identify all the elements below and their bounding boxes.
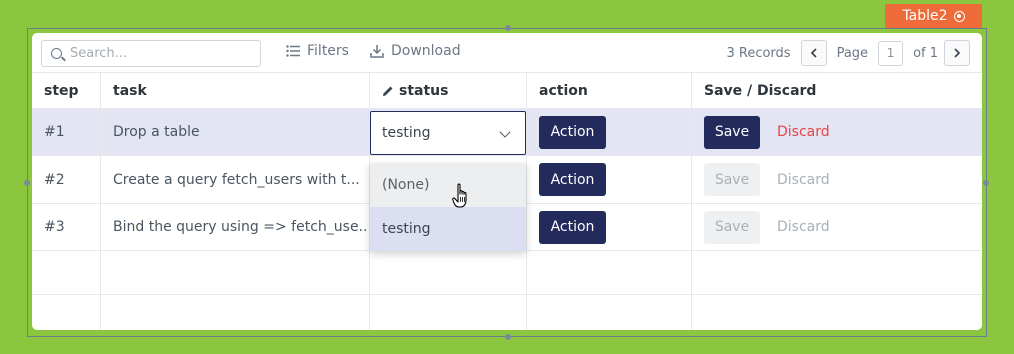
filter-icon (286, 45, 300, 57)
download-button[interactable]: Download (370, 43, 461, 59)
search-icon (51, 48, 62, 59)
save-button: Save (704, 163, 760, 196)
column-header-step[interactable]: step (32, 73, 101, 108)
filters-button[interactable]: Filters (286, 43, 349, 59)
page-label: Page (836, 45, 869, 61)
search-box[interactable] (41, 40, 261, 67)
dropdown-option-testing[interactable]: testing (370, 207, 526, 251)
action-button[interactable]: Action (539, 210, 606, 244)
step-cell: #2 (32, 156, 101, 203)
status-header-label: status (399, 82, 449, 99)
pencil-icon (383, 86, 393, 96)
status-dropdown-menu: (None) testing (370, 163, 526, 251)
column-header-task[interactable]: task (101, 73, 370, 108)
empty-cell (101, 251, 370, 294)
chevron-down-icon[interactable] (499, 126, 511, 138)
dropdown-option-none[interactable]: (None) (370, 163, 526, 207)
empty-cell (527, 251, 692, 294)
page-total: of 1 (913, 45, 938, 61)
discard-button: Discard (777, 171, 830, 188)
widget-name: Table2 (902, 8, 948, 24)
task-cell: Create a query fetch_users with t... (101, 156, 370, 203)
next-page-button[interactable] (944, 40, 970, 66)
empty-cell (370, 295, 527, 330)
task-cell: Drop a table (101, 109, 370, 155)
widget-name-tag[interactable]: Table2 (885, 4, 982, 28)
save-discard-cell: Save Discard (692, 156, 982, 203)
discard-button: Discard (777, 219, 830, 235)
empty-cell (32, 295, 101, 330)
resize-handle-bottom[interactable] (505, 334, 511, 340)
table-header-row: step task status action Save / Discard (32, 73, 982, 109)
records-count: 3 Records (726, 45, 791, 61)
page-number-input[interactable]: 1 (878, 40, 904, 66)
empty-cell (101, 295, 370, 330)
filters-label: Filters (307, 43, 349, 59)
hand-pointer-cursor-icon (452, 183, 467, 208)
empty-cell (527, 295, 692, 330)
resize-handle-right[interactable] (983, 180, 989, 186)
save-discard-cell: Save Discard (692, 204, 982, 250)
status-select-value: testing (382, 125, 431, 141)
resize-handle-top[interactable] (505, 25, 511, 31)
resize-handle-left[interactable] (24, 180, 30, 186)
download-label: Download (391, 43, 461, 59)
empty-cell (692, 295, 982, 330)
task-cell: Bind the query using => fetch_use... (101, 204, 370, 250)
empty-cell (32, 251, 101, 294)
discard-button[interactable]: Discard (777, 124, 830, 140)
pagination: 3 Records Page 1 of 1 (726, 40, 970, 66)
column-header-save-discard[interactable]: Save / Discard (692, 73, 982, 108)
column-header-status[interactable]: status (370, 73, 527, 108)
action-cell: Action (527, 156, 692, 203)
download-icon (370, 45, 384, 58)
empty-row (32, 295, 982, 330)
prev-page-button[interactable] (800, 40, 827, 66)
search-input[interactable] (70, 46, 240, 61)
save-button[interactable]: Save (704, 115, 760, 149)
save-button: Save (704, 210, 760, 244)
empty-row (32, 251, 982, 295)
column-header-action[interactable]: action (527, 73, 692, 108)
action-cell: Action (527, 204, 692, 250)
step-cell: #3 (32, 204, 101, 250)
empty-cell (692, 251, 982, 294)
save-discard-cell: Save Discard (692, 109, 982, 155)
action-button[interactable]: Action (539, 115, 606, 149)
chevron-right-icon (954, 48, 961, 58)
focus-target-icon[interactable] (953, 10, 965, 22)
action-cell: Action (527, 109, 692, 155)
status-select[interactable]: testing (370, 111, 526, 155)
chevron-left-icon (810, 48, 817, 58)
step-cell: #1 (32, 109, 101, 155)
table-toolbar: Filters Download 3 Records Page 1 of 1 (32, 33, 982, 73)
empty-cell (370, 251, 527, 294)
action-button[interactable]: Action (539, 163, 606, 196)
